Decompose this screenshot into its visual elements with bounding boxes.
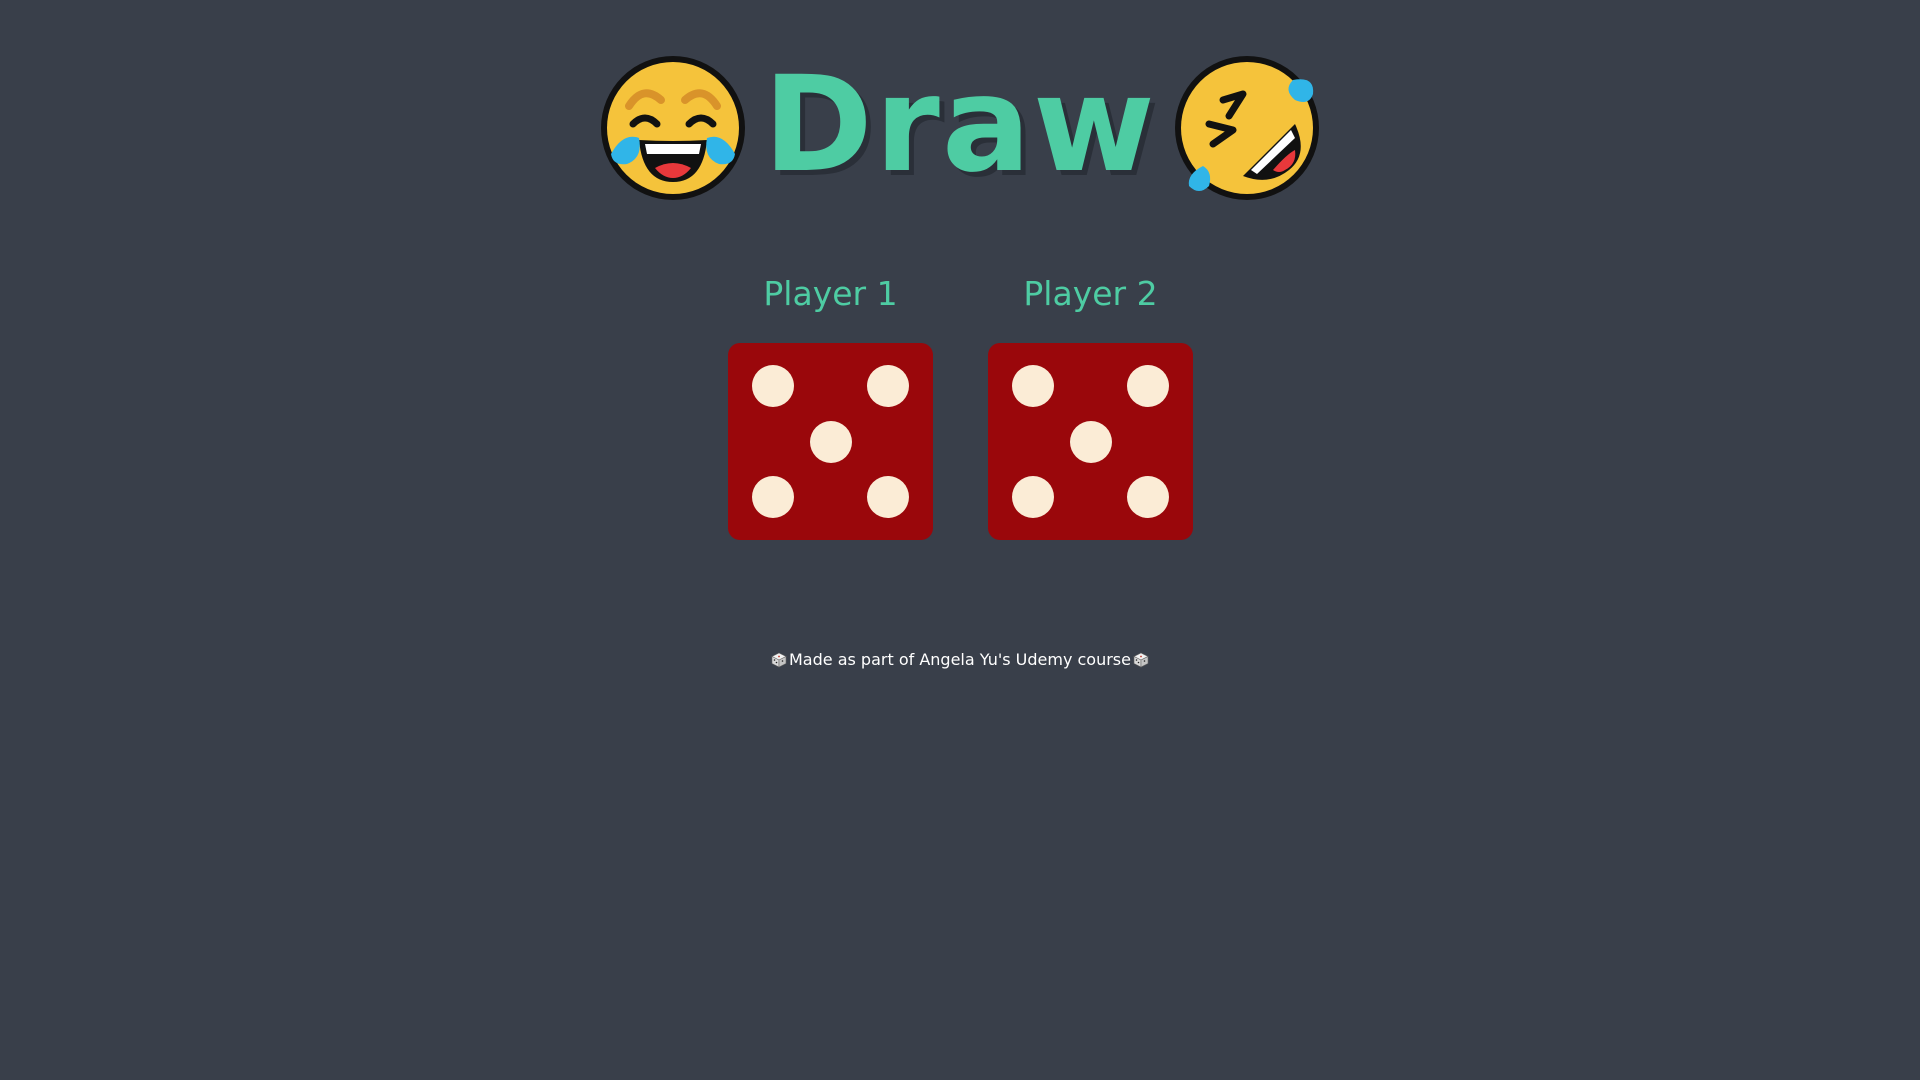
die-pip [1126, 365, 1169, 408]
die-pip [866, 475, 909, 518]
die-pip [1012, 475, 1055, 518]
player-2: Player 2 [988, 270, 1193, 540]
player-2-die [988, 343, 1193, 540]
rolling-on-floor-laughing-emoji-icon [1173, 54, 1321, 202]
die-pip [1069, 420, 1112, 463]
result-title: Draw [763, 48, 1157, 202]
die-pip [1126, 475, 1169, 518]
tears-of-joy-emoji-icon [599, 54, 747, 202]
game-die-icon [1133, 652, 1149, 668]
game-die-icon [771, 652, 787, 668]
die-pip [752, 365, 795, 408]
footer-credit-text: Made as part of Angela Yu's Udemy course [789, 650, 1131, 669]
footer: Made as part of Angela Yu's Udemy course [0, 650, 1920, 669]
die-pip [866, 365, 909, 408]
player-2-label: Player 2 [1023, 274, 1158, 313]
player-1: Player 1 [728, 270, 933, 540]
die-pip [752, 475, 795, 518]
die-pip [809, 420, 852, 463]
player-1-label: Player 1 [763, 274, 898, 313]
die-pip [1012, 365, 1055, 408]
dice-game-page: Draw Player 1 Player 2 Made as part of A… [0, 0, 1920, 1080]
player-1-die [728, 343, 933, 540]
title-row: Draw [0, 48, 1920, 208]
